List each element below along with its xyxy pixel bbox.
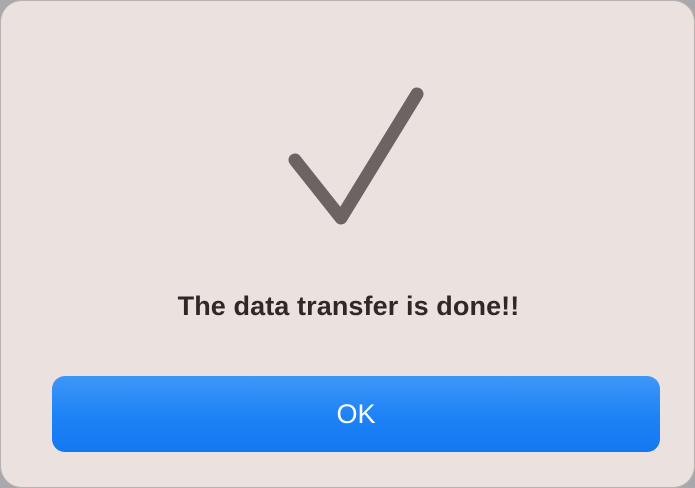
checkmark-icon (288, 87, 424, 225)
transfer-complete-dialog: The data transfer is done!! OK (0, 0, 695, 488)
ok-button[interactable]: OK (52, 376, 660, 452)
dialog-message: The data transfer is done!! (177, 291, 520, 321)
ok-button-label: OK (336, 398, 376, 429)
